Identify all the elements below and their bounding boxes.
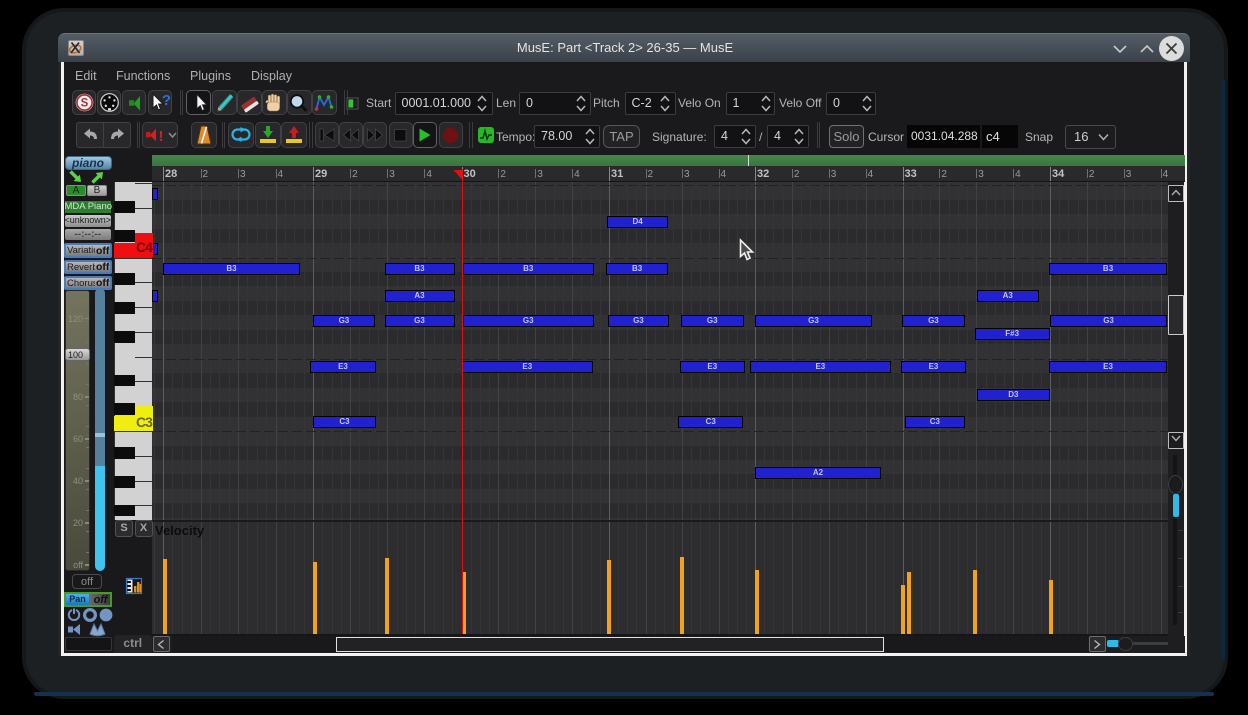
svg-text:S: S <box>81 97 89 109</box>
svg-text:?: ? <box>162 92 171 109</box>
svg-text:!: ! <box>159 128 164 145</box>
